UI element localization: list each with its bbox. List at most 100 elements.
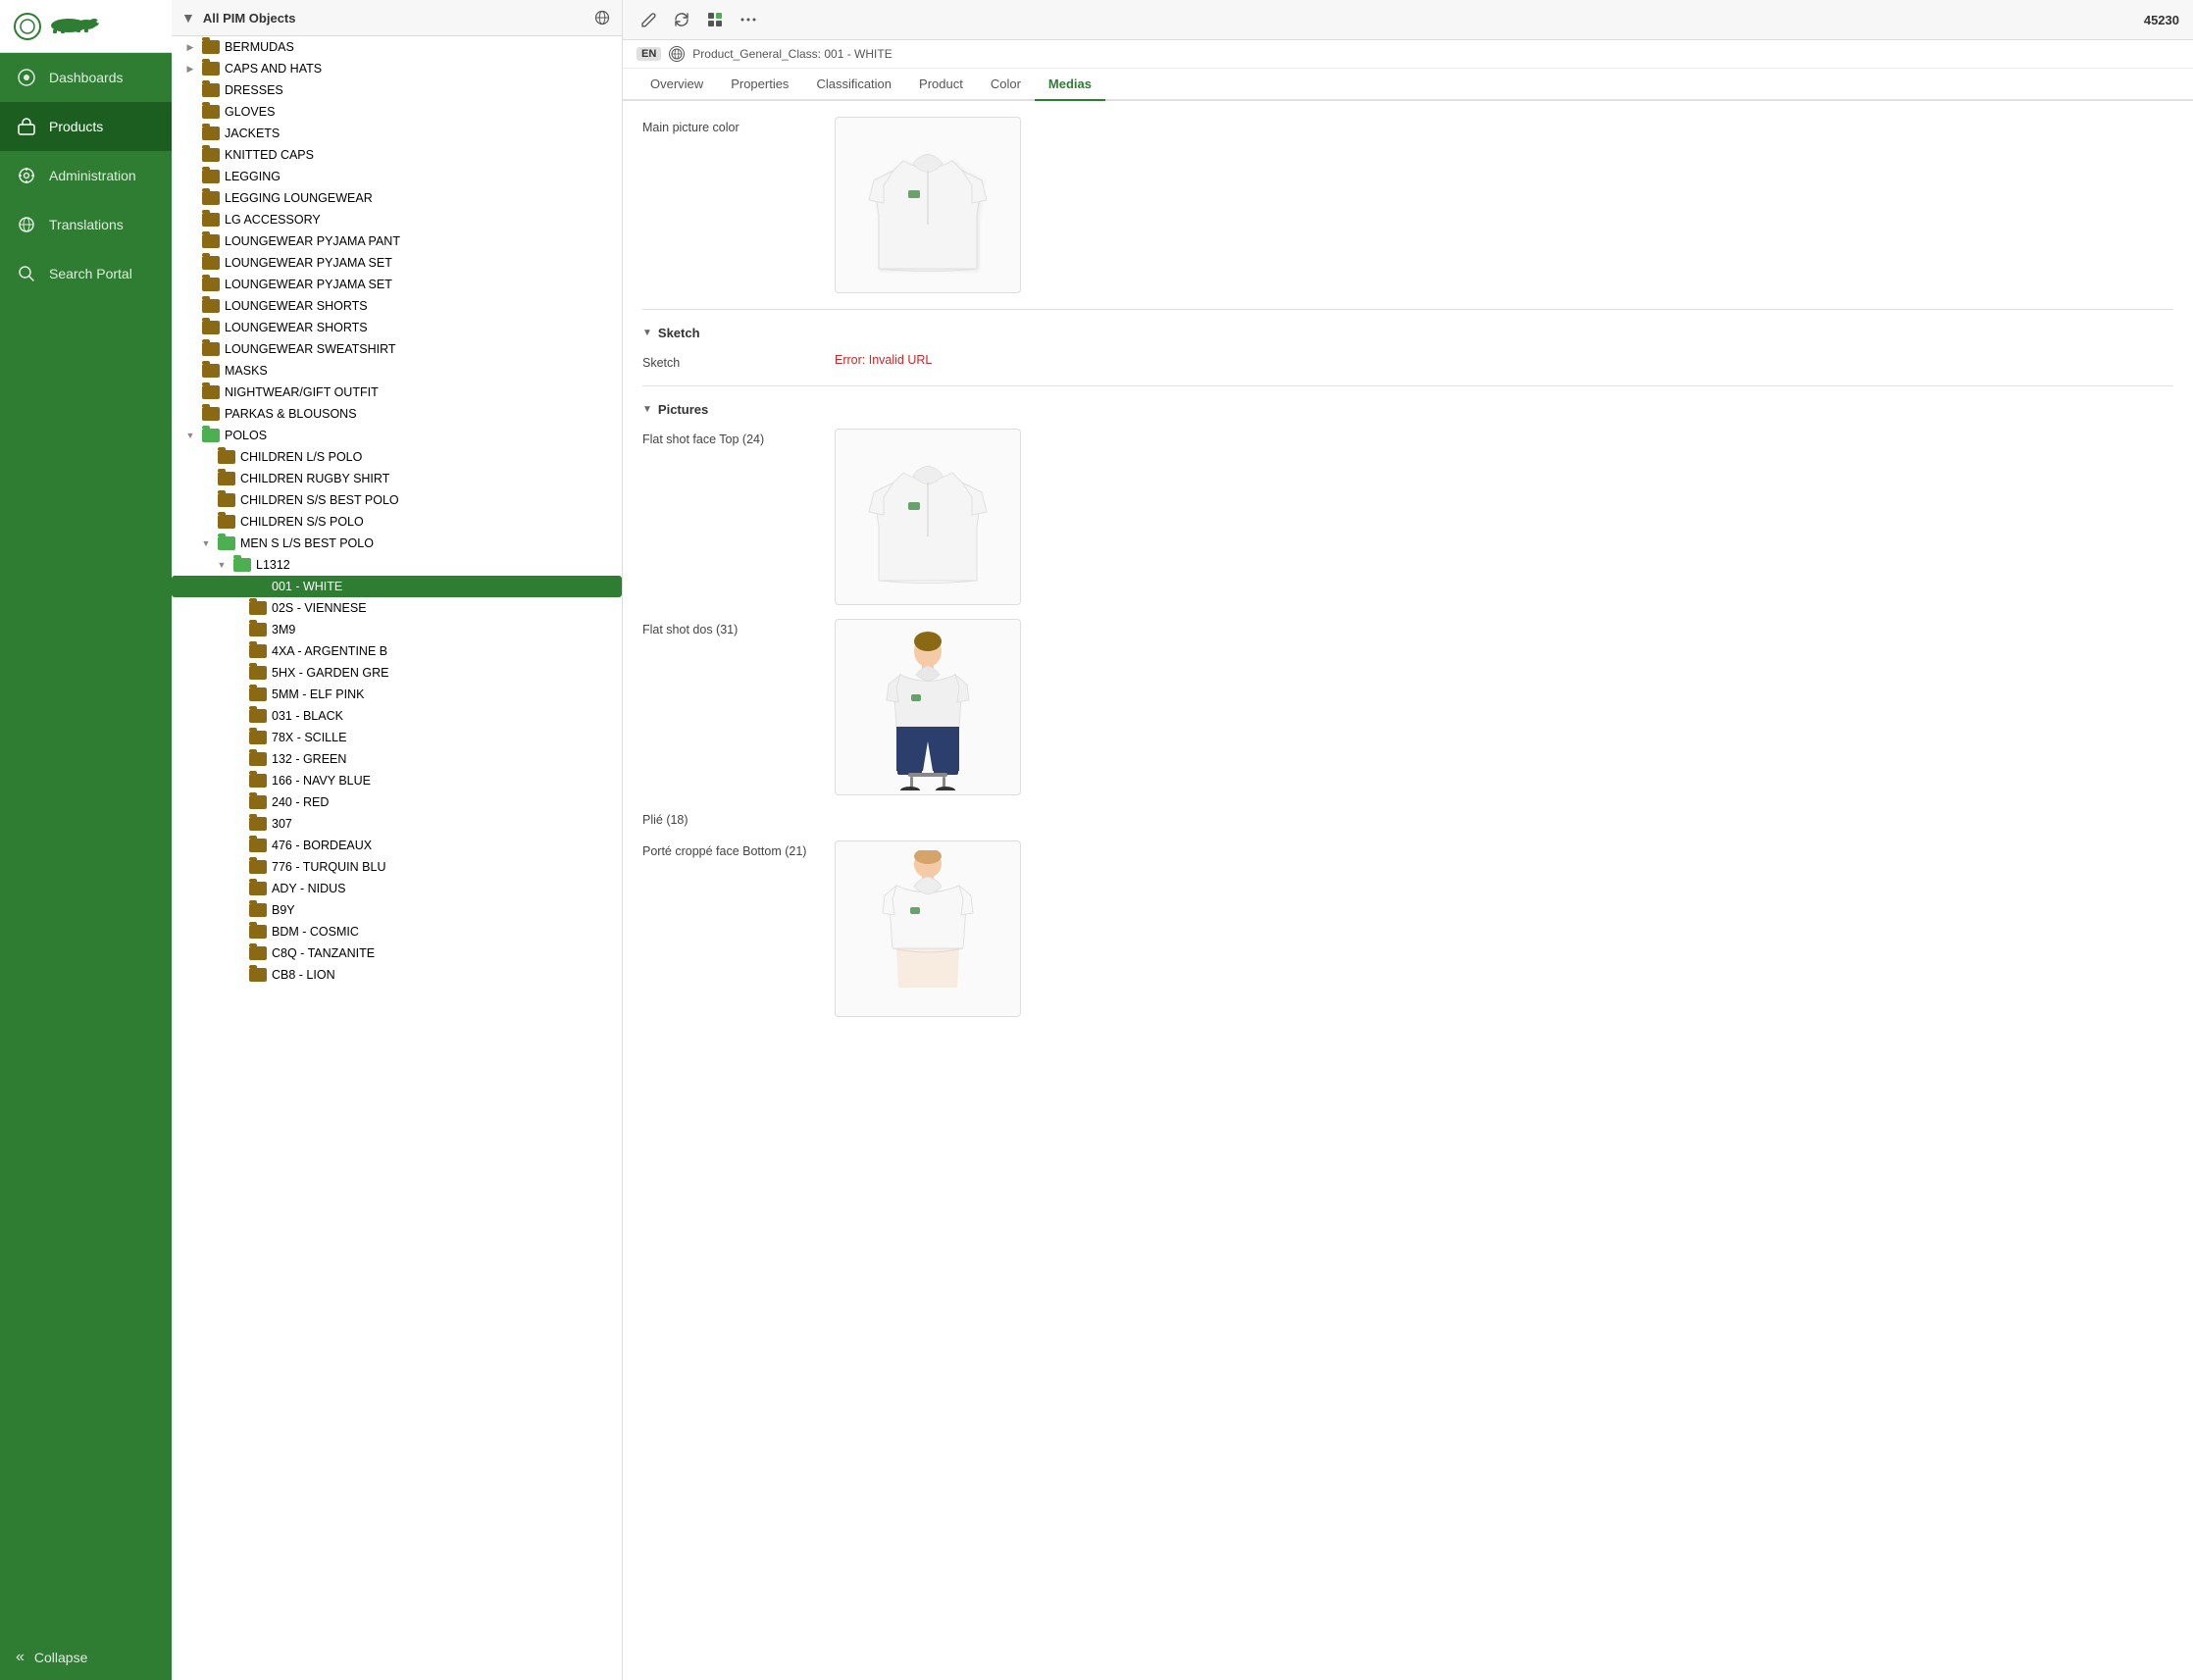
tree-item-dresses[interactable]: ▶ DRESSES <box>172 79 622 101</box>
folder-icon <box>249 903 267 917</box>
tree-item-loungewear-pyjama-pant[interactable]: ▶ LOUNGEWEAR PYJAMA PANT <box>172 230 622 252</box>
sidebar-logo <box>0 0 172 53</box>
folder-icon-open <box>233 558 251 572</box>
folder-icon <box>202 299 220 313</box>
main-picture-image-box <box>835 117 1021 293</box>
folder-icon <box>202 62 220 76</box>
tree-item-001-white[interactable]: ▶ 001 - WHITE <box>172 576 622 597</box>
tree-item-legging-loungewear[interactable]: ▶ LEGGING LOUNGEWEAR <box>172 187 622 209</box>
flat-shot-dos-label: Flat shot dos (31) <box>642 619 819 636</box>
tree-item-loungewear-shorts1[interactable]: ▶ LOUNGEWEAR SHORTS <box>172 295 622 317</box>
sketch-section-header[interactable]: ▼ Sketch <box>642 326 2173 340</box>
sketch-field-row: Sketch Error: Invalid URL <box>642 352 2173 370</box>
sketch-error-text: Error: Invalid URL <box>835 353 932 367</box>
tab-overview[interactable]: Overview <box>637 69 717 101</box>
tree-item-jackets[interactable]: ▶ JACKETS <box>172 123 622 144</box>
folder-icon <box>202 105 220 119</box>
tree-item-132[interactable]: ▶ 132 - GREEN <box>172 748 622 770</box>
tree-item-776[interactable]: ▶ 776 - TURQUIN BLU <box>172 856 622 878</box>
tree-item-ady[interactable]: ▶ ADY - NIDUS <box>172 878 622 899</box>
sidebar-item-administration[interactable]: Administration <box>0 151 172 200</box>
more-icon[interactable] <box>737 8 760 31</box>
sidebar-item-dashboards[interactable]: Dashboards <box>0 53 172 102</box>
tree-item-loungewear-shorts2[interactable]: ▶ LOUNGEWEAR SHORTS <box>172 317 622 338</box>
tree-item-children-ss-best-polo[interactable]: ▶ CHILDREN S/S BEST POLO <box>172 489 622 511</box>
globe-small-icon <box>669 46 685 62</box>
tree-toolbar: ▼ All PIM Objects <box>172 0 622 36</box>
porte-croppe-label: Porté croppé face Bottom (21) <box>642 840 819 858</box>
folder-icon-open <box>202 429 220 442</box>
tree-item-240[interactable]: ▶ 240 - RED <box>172 791 622 813</box>
folder-icon <box>249 946 267 960</box>
tree-item-masks[interactable]: ▶ MASKS <box>172 360 622 382</box>
tree-item-bdm[interactable]: ▶ BDM - COSMIC <box>172 921 622 942</box>
tree-item-nightwear[interactable]: ▶ NIGHTWEAR/GIFT OUTFIT <box>172 382 622 403</box>
detail-tabs: Overview Properties Classification Produ… <box>623 69 2193 101</box>
content-area: ▼ All PIM Objects ▶ BERMUDAS <box>172 0 2193 1680</box>
folder-icon <box>249 666 267 680</box>
sidebar-item-translations[interactable]: Translations <box>0 200 172 249</box>
folder-icon <box>218 472 235 485</box>
products-icon <box>16 116 37 137</box>
pictures-chevron-icon: ▼ <box>642 404 652 415</box>
tree-item-legging[interactable]: ▶ LEGGING <box>172 166 622 187</box>
tree-item-031-black[interactable]: ▶ 031 - BLACK <box>172 705 622 727</box>
tree-item-l1312[interactable]: ▼ L1312 <box>172 554 622 576</box>
collapse-button[interactable]: « Collapse <box>0 1635 172 1680</box>
edit-icon[interactable] <box>637 8 660 31</box>
folder-icon <box>249 968 267 982</box>
tree-item-lg-accessory[interactable]: ▶ LG ACCESSORY <box>172 209 622 230</box>
tab-properties[interactable]: Properties <box>717 69 802 101</box>
tree-item-cb8[interactable]: ▶ CB8 - LION <box>172 964 622 986</box>
sidebar-item-products[interactable]: Products <box>0 102 172 151</box>
grid-icon[interactable] <box>703 8 727 31</box>
tree-item-loungewear-pyjama-set2[interactable]: ▶ LOUNGEWEAR PYJAMA SET <box>172 274 622 295</box>
globe-icon[interactable] <box>592 8 612 27</box>
tree-item-bermudas[interactable]: ▶ BERMUDAS <box>172 36 622 58</box>
tree-item-gloves[interactable]: ▶ GLOVES <box>172 101 622 123</box>
tree-item-78x[interactable]: ▶ 78X - SCILLE <box>172 727 622 748</box>
tab-color[interactable]: Color <box>977 69 1035 101</box>
tree-item-5hx[interactable]: ▶ 5HX - GARDEN GRE <box>172 662 622 684</box>
tree-item-children-ss-polo[interactable]: ▶ CHILDREN S/S POLO <box>172 511 622 533</box>
sidebar-item-search-portal[interactable]: Search Portal <box>0 249 172 298</box>
chevron-right-icon: ▶ <box>183 62 197 76</box>
tree-item-5mm[interactable]: ▶ 5MM - ELF PINK <box>172 684 622 705</box>
tree-item-307[interactable]: ▶ 307 <box>172 813 622 835</box>
dashboard-icon <box>16 67 37 88</box>
flat-shot-top-image-box <box>835 429 1021 605</box>
tab-classification[interactable]: Classification <box>802 69 905 101</box>
tree-item-children-rugby-shirt[interactable]: ▶ CHILDREN RUGBY SHIRT <box>172 468 622 489</box>
logo-crocodile <box>49 12 108 40</box>
tab-medias[interactable]: Medias <box>1035 69 1105 101</box>
pictures-section-header[interactable]: ▼ Pictures <box>642 402 2173 417</box>
tree-item-02s-viennese[interactable]: ▶ 02S - VIENNESE <box>172 597 622 619</box>
tab-product[interactable]: Product <box>905 69 977 101</box>
tree-panel: ▼ All PIM Objects ▶ BERMUDAS <box>172 0 623 1680</box>
tree-item-loungewear-pyjama-set1[interactable]: ▶ LOUNGEWEAR PYJAMA SET <box>172 252 622 274</box>
folder-icon <box>249 925 267 939</box>
chevron-right-icon: ▶ <box>183 40 197 54</box>
tree-scroll[interactable]: ▶ BERMUDAS ▶ CAPS AND HATS ▶ DRESSES ▶ <box>172 36 622 1680</box>
tree-item-knitted-caps[interactable]: ▶ KNITTED CAPS <box>172 144 622 166</box>
tree-item-caps-and-hats[interactable]: ▶ CAPS AND HATS <box>172 58 622 79</box>
tree-item-4xa[interactable]: ▶ 4XA - ARGENTINE B <box>172 640 622 662</box>
tree-item-polos[interactable]: ▼ POLOS <box>172 425 622 446</box>
picture-flat-shot-dos: Flat shot dos (31) <box>642 619 2173 795</box>
folder-icon <box>202 148 220 162</box>
folder-icon <box>202 364 220 378</box>
tree-item-476[interactable]: ▶ 476 - BORDEAUX <box>172 835 622 856</box>
tree-item-men-ls-best-polo[interactable]: ▼ MEN S L/S BEST POLO <box>172 533 622 554</box>
tree-item-children-ls-polo[interactable]: ▶ CHILDREN L/S POLO <box>172 446 622 468</box>
tree-item-166[interactable]: ▶ 166 - NAVY BLUE <box>172 770 622 791</box>
tree-item-3m9[interactable]: ▶ 3M9 <box>172 619 622 640</box>
tree-item-c8q[interactable]: ▶ C8Q - TANZANITE <box>172 942 622 964</box>
tree-item-b9y[interactable]: ▶ B9Y <box>172 899 622 921</box>
sketch-field-label: Sketch <box>642 352 819 370</box>
tree-item-loungewear-sweatshirt[interactable]: ▶ LOUNGEWEAR SWEATSHIRT <box>172 338 622 360</box>
refresh-icon[interactable] <box>670 8 693 31</box>
folder-icon <box>249 795 267 809</box>
breadcrumb-text: Product_General_Class: 001 - WHITE <box>692 47 892 61</box>
toolbar-id: 45230 <box>2144 13 2179 27</box>
tree-item-parkas[interactable]: ▶ PARKAS & BLOUSONS <box>172 403 622 425</box>
